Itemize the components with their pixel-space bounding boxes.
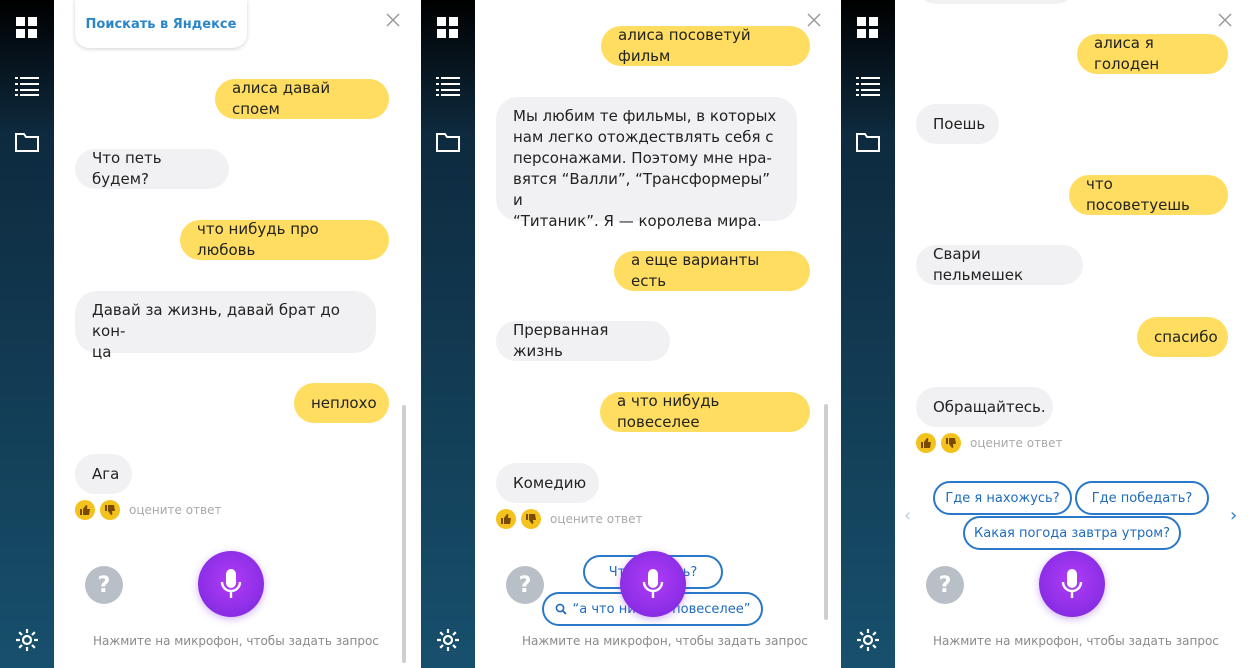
- list-icon[interactable]: [0, 66, 54, 106]
- chat-area: алиса посоветуй фильм Мы любим те фильмы…: [475, 0, 841, 668]
- chevron-left-icon[interactable]: ‹: [904, 505, 911, 526]
- rating-row: оцените ответ: [916, 433, 1063, 453]
- apps-grid-icon[interactable]: [841, 8, 895, 48]
- message-line: “Титаник”. Я — королева мира.: [513, 212, 762, 230]
- list-icon[interactable]: [421, 66, 475, 106]
- user-message: а что нибудь повеселее: [600, 392, 810, 432]
- suggestion-weather-tomorrow[interactable]: Какая погода завтра утром?: [963, 516, 1181, 550]
- bot-message: Что петь будем?: [75, 149, 229, 189]
- help-icon[interactable]: ?: [926, 566, 964, 604]
- rate-answer-label: оцените ответ: [129, 503, 222, 517]
- message-line: ца: [92, 343, 112, 361]
- message-line: Давай за жизнь, давай брат до кон-: [92, 301, 340, 340]
- apps-grid-icon[interactable]: [421, 8, 475, 48]
- scrollbar[interactable]: [402, 405, 406, 663]
- message-line: персонажами. Поэтому мне нра-: [513, 149, 772, 167]
- alice-panel-2: алиса посоветуй фильм Мы любим те фильмы…: [421, 0, 841, 668]
- user-message: а еще варианты есть: [614, 251, 810, 291]
- message-line: вятся “Валли”, “Трансформеры” и: [513, 170, 771, 209]
- user-message: что посоветуешь: [1069, 175, 1228, 215]
- chat-area: Поискать в Яндексе алиса давай споем Что…: [54, 0, 420, 668]
- suggestion-where-to-dine[interactable]: Где победать?: [1075, 481, 1209, 515]
- user-message: алиса посоветуй фильм: [601, 26, 810, 66]
- help-icon[interactable]: ?: [85, 566, 123, 604]
- folder-icon[interactable]: [421, 122, 475, 162]
- suggestion-label: Где победать?: [1091, 490, 1193, 506]
- suggestion-where-am-i[interactable]: Где я нахожусь?: [933, 481, 1072, 515]
- microphone-button[interactable]: [1039, 551, 1105, 617]
- microphone-icon: [642, 569, 664, 598]
- microphone-hint: Нажмите на микрофон, чтобы задать запрос: [933, 634, 1219, 648]
- gear-icon[interactable]: [841, 620, 895, 660]
- suggestion-label: Какая погода завтра утром?: [974, 525, 1170, 541]
- thumb-down-icon[interactable]: [941, 433, 961, 453]
- folder-icon[interactable]: [0, 122, 54, 162]
- gear-icon[interactable]: [421, 620, 475, 660]
- user-message: спасибо: [1137, 317, 1228, 357]
- user-message: алиса я голоден: [1077, 34, 1228, 74]
- rate-answer-label: оцените ответ: [550, 512, 643, 526]
- close-icon[interactable]: [807, 12, 823, 28]
- close-icon[interactable]: [386, 12, 402, 28]
- search-yandex-label: Поискать в Яндексе: [85, 16, 237, 32]
- microphone-icon: [1061, 569, 1083, 598]
- user-message: алиса давай споем: [215, 79, 389, 119]
- message-line: Мы любим те фильмы, в которых: [513, 107, 777, 125]
- bot-message: Мы любим те фильмы, в которых нам легко …: [496, 97, 797, 230]
- bot-message: Ага: [75, 454, 132, 494]
- list-icon[interactable]: [841, 66, 895, 106]
- thumb-down-icon[interactable]: [100, 500, 120, 520]
- rating-row: оцените ответ: [75, 500, 222, 520]
- bot-message: Давай за жизнь, давай брат до кон- ца: [75, 291, 376, 361]
- bot-message: Поешь: [916, 104, 999, 144]
- search-yandex-button[interactable]: Поискать в Яндексе: [75, 0, 247, 48]
- user-message: неплохо: [294, 383, 389, 423]
- sidebar: [841, 0, 895, 668]
- help-icon[interactable]: ?: [506, 566, 544, 604]
- alice-panel-1: Поискать в Яндексе алиса давай споем Что…: [0, 0, 420, 668]
- bot-message: Комедию: [496, 463, 599, 503]
- microphone-button[interactable]: [198, 551, 264, 617]
- bot-message-partial: [916, 0, 1076, 4]
- gear-icon[interactable]: [0, 620, 54, 660]
- search-icon: [555, 603, 567, 615]
- microphone-hint: Нажмите на микрофон, чтобы задать запрос: [522, 634, 808, 648]
- rate-answer-label: оцените ответ: [970, 436, 1063, 450]
- close-icon[interactable]: [1218, 12, 1234, 28]
- microphone-hint: Нажмите на микрофон, чтобы задать запрос: [93, 634, 379, 648]
- bot-message: Обращайтесь.: [916, 387, 1053, 427]
- apps-grid-icon[interactable]: [0, 8, 54, 48]
- sidebar: [0, 0, 54, 668]
- bot-message: Свари пельмешек: [916, 245, 1083, 285]
- thumb-down-icon[interactable]: [521, 509, 541, 529]
- chevron-right-icon[interactable]: ›: [1230, 505, 1237, 526]
- message-line: нам легко отождествлять себя с: [513, 128, 774, 146]
- chat-area: алиса я голоден Поешь что посоветуешь Св…: [895, 0, 1250, 668]
- thumb-up-icon[interactable]: [916, 433, 936, 453]
- thumb-up-icon[interactable]: [75, 500, 95, 520]
- folder-icon[interactable]: [841, 122, 895, 162]
- alice-panel-3: алиса я голоден Поешь что посоветуешь Св…: [841, 0, 1250, 668]
- microphone-icon: [220, 569, 242, 598]
- user-message: что нибудь про любовь: [180, 220, 389, 260]
- rating-row: оцените ответ: [496, 509, 643, 529]
- suggestion-label: Где я нахожусь?: [945, 490, 1060, 506]
- thumb-up-icon[interactable]: [496, 509, 516, 529]
- bot-message: Прерванная жизнь: [496, 321, 670, 361]
- scrollbar[interactable]: [824, 404, 828, 620]
- sidebar: [421, 0, 475, 668]
- microphone-button[interactable]: [620, 551, 686, 617]
